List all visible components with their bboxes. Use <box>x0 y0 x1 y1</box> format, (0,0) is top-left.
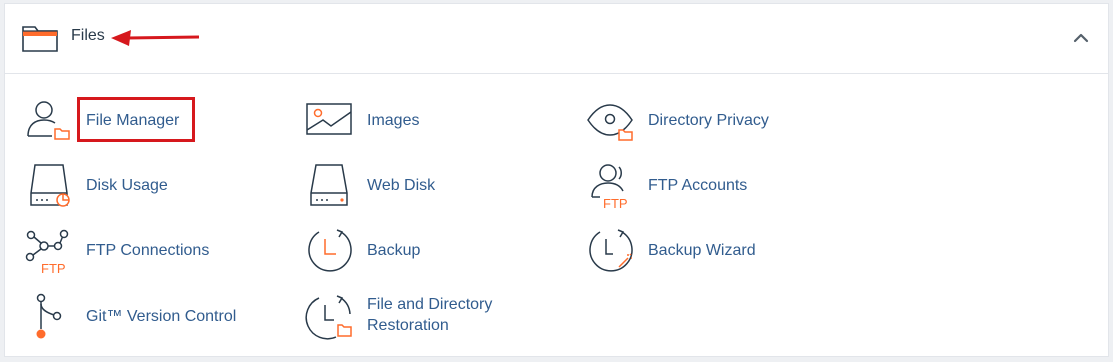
image-icon <box>306 103 352 135</box>
web-disk-icon <box>310 164 348 206</box>
backup-wizard-icon <box>589 229 633 272</box>
svg-text:FTP: FTP <box>41 261 66 274</box>
file-and-directory-restoration-link[interactable]: File and Directory Restoration <box>305 292 525 340</box>
files-panel: Files File Manager Images Directory Priv… <box>4 3 1109 357</box>
backup-link[interactable]: Backup <box>305 226 505 274</box>
restoration-icon <box>305 295 352 340</box>
ftp-connections-label: FTP Connections <box>86 242 210 259</box>
annotation-arrow <box>111 30 200 46</box>
ftp-network-icon: FTP <box>25 229 69 274</box>
backup-wizard-label: Backup Wizard <box>648 242 756 259</box>
web-disk-label: Web Disk <box>367 177 436 194</box>
restoration-label-line2: Restoration <box>367 317 449 334</box>
git-version-control-link[interactable]: Git™ Version Control <box>24 292 264 340</box>
folder-icon <box>22 26 58 52</box>
file-manager-icon <box>27 101 70 140</box>
files-section-header[interactable]: Files <box>5 4 1108 74</box>
chevron-up-icon[interactable] <box>1072 29 1090 47</box>
svg-text:FTP: FTP <box>603 196 628 209</box>
disk-usage-link[interactable]: Disk Usage <box>24 161 224 209</box>
ftp-accounts-label: FTP Accounts <box>648 177 748 194</box>
ftp-accounts-link[interactable]: FTP FTP Accounts <box>586 161 806 209</box>
ftp-user-icon: FTP <box>591 164 628 209</box>
directory-privacy-link[interactable]: Directory Privacy <box>586 96 806 144</box>
backup-wizard-link[interactable]: Backup Wizard <box>586 226 806 274</box>
ftp-connections-link[interactable]: FTP FTP Connections <box>24 226 244 274</box>
web-disk-link[interactable]: Web Disk <box>305 161 505 209</box>
eye-folder-icon <box>587 104 633 141</box>
disk-usage-label: Disk Usage <box>86 177 168 194</box>
annotation-highlight-box <box>77 97 195 142</box>
section-title: Files <box>71 27 105 44</box>
images-link[interactable]: Images <box>305 96 505 144</box>
images-label: Images <box>367 112 420 129</box>
git-branch-icon <box>36 293 62 339</box>
file-and-directory-restoration-label: File and Directory Restoration <box>367 294 492 336</box>
backup-label: Backup <box>367 242 421 259</box>
git-version-control-label: Git™ Version Control <box>86 308 237 325</box>
directory-privacy-label: Directory Privacy <box>648 112 769 129</box>
restoration-label-line1: File and Directory <box>367 296 493 313</box>
backup-clock-icon <box>308 229 352 272</box>
disk-usage-icon <box>30 164 70 207</box>
